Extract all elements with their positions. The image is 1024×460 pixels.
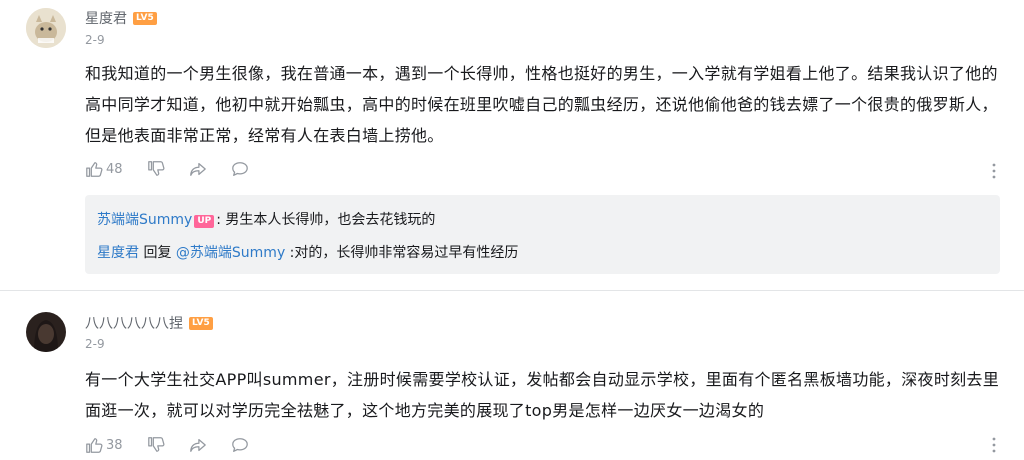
- more-icon[interactable]: [985, 436, 1003, 454]
- reply-author[interactable]: 苏端端Summy: [97, 212, 192, 228]
- reply-button[interactable]: [231, 160, 249, 178]
- avatar[interactable]: [26, 312, 66, 352]
- comment-content: 和我知道的一个男生很像，我在普通一本，遇到一个长得帅，性格也挺好的男生，一入学就…: [85, 64, 998, 145]
- dislike-button[interactable]: [147, 160, 165, 178]
- dislike-icon: [147, 161, 165, 176]
- share-icon: [189, 162, 206, 176]
- like-count: 48: [106, 161, 123, 177]
- comment-date: 2-9: [85, 337, 105, 351]
- reply-mention[interactable]: @苏端端Summy: [176, 245, 285, 261]
- reply-list: 苏端端Summy UP: 男生本人长得帅，也会去花钱玩的 星度君 回复 @苏端端S…: [85, 195, 1000, 274]
- comment-actions: 38: [85, 436, 273, 454]
- comment-divider: [0, 290, 1024, 291]
- share-icon: [189, 438, 206, 452]
- level-badge: LV5: [189, 316, 213, 330]
- like-icon: [86, 162, 103, 177]
- reply-word: 回复: [139, 245, 176, 261]
- reply-text: :对的，长得帅非常容易过早有性经历: [285, 245, 519, 261]
- username-text[interactable]: 八八八八八八捏: [85, 313, 183, 333]
- person-avatar-image: [26, 312, 66, 352]
- more-icon[interactable]: [985, 162, 1003, 180]
- share-button[interactable]: [189, 436, 207, 454]
- level-badge: LV5: [133, 11, 157, 25]
- comment-icon: [231, 162, 248, 176]
- reply-button[interactable]: [231, 436, 249, 454]
- up-badge: UP: [194, 215, 215, 228]
- comment-content: 有一个大学生社交APP叫summer，注册时候需要学校认证，发帖都会自动显示学校…: [85, 370, 1000, 420]
- comment-actions: 48: [85, 160, 273, 178]
- like-button[interactable]: 48: [85, 160, 123, 178]
- like-icon: [86, 438, 103, 453]
- avatar[interactable]: [26, 8, 66, 48]
- username[interactable]: 星度君 LV5: [85, 8, 157, 28]
- dislike-button[interactable]: [147, 436, 165, 454]
- reply-item: 苏端端Summy UP: 男生本人长得帅，也会去花钱玩的: [97, 209, 435, 229]
- like-button[interactable]: 38: [85, 436, 123, 454]
- share-button[interactable]: [189, 160, 207, 178]
- comment-item: 星度君 LV5 2-9 和我知道的一个男生很像，我在普通一本，遇到一个长得帅，性…: [0, 0, 1024, 290]
- username[interactable]: 八八八八八八捏 LV5: [85, 313, 213, 333]
- reply-author[interactable]: 星度君: [97, 245, 139, 261]
- like-count: 38: [106, 437, 123, 453]
- reply-item: 星度君 回复 @苏端端Summy :对的，长得帅非常容易过早有性经历: [97, 242, 518, 262]
- comment-icon: [231, 438, 248, 452]
- cat-avatar-image: [26, 8, 66, 48]
- comment-date: 2-9: [85, 33, 105, 47]
- username-text[interactable]: 星度君: [85, 8, 127, 28]
- dislike-icon: [147, 437, 165, 452]
- reply-text: 男生本人长得帅，也会去花钱玩的: [225, 212, 436, 228]
